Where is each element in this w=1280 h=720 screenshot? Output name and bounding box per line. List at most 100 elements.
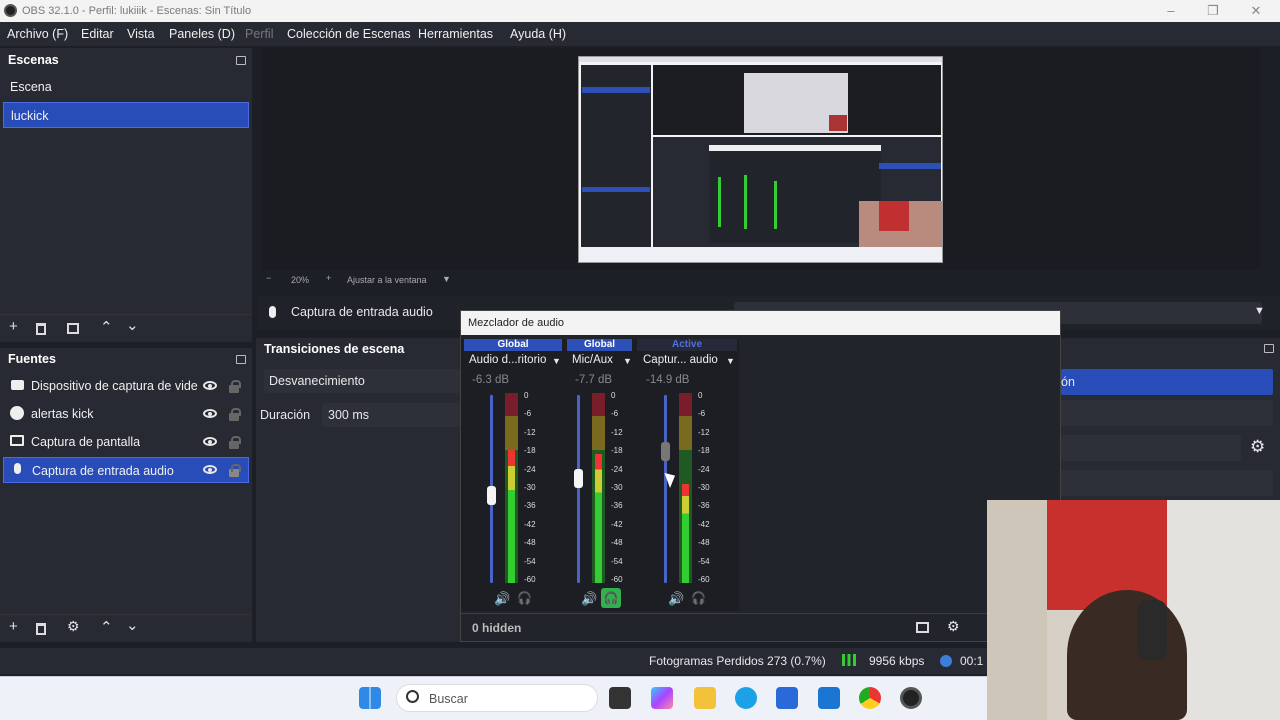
layout-toggle-icon[interactable] <box>916 622 929 633</box>
chrome-icon[interactable] <box>859 687 881 709</box>
strip-menu-icon[interactable]: ▼ <box>623 356 632 366</box>
duration-spinbox[interactable]: 300 ms <box>322 403 461 427</box>
source-item[interactable]: Captura de pantalla <box>3 429 249 455</box>
controls-button[interactable] <box>1061 470 1273 496</box>
strip-menu-icon[interactable]: ▼ <box>726 356 735 366</box>
controls-button[interactable] <box>1061 435 1241 461</box>
close-button[interactable]: ✕ <box>1247 2 1265 20</box>
fader-knob[interactable] <box>574 469 583 488</box>
float-dock-icon[interactable] <box>1264 344 1274 353</box>
scale-tick-label: -6 <box>611 409 619 418</box>
bitrate: 9956 kbps <box>869 654 925 668</box>
copilot-icon[interactable] <box>651 687 673 709</box>
speaker-icon[interactable]: 🔊 <box>494 591 510 607</box>
strip-db: -7.7 dB <box>575 374 613 386</box>
level-meter <box>592 393 605 583</box>
monitor-off-icon[interactable]: 🎧 <box>691 591 706 605</box>
lock-icon[interactable] <box>229 464 241 477</box>
scene-item-selected[interactable]: luckick <box>3 102 249 128</box>
menu-vista[interactable]: Vista <box>127 27 155 41</box>
source-label: Captura de pantalla <box>31 435 141 449</box>
fit-to-window[interactable]: Ajustar a la ventana <box>347 275 427 285</box>
speaker-icon[interactable]: 🔊 <box>581 591 597 607</box>
mixer-settings-gear-icon[interactable]: ⚙ <box>947 618 960 635</box>
scale-tick-label: -60 <box>524 575 536 584</box>
remove-scene-icon[interactable] <box>36 323 46 335</box>
taskbar-search[interactable]: Buscar <box>396 684 598 712</box>
monitor-on-icon[interactable]: 🎧 <box>601 588 621 608</box>
mixer-titlebar[interactable]: Mezclador de audio <box>461 311 1060 335</box>
source-properties-gear-icon[interactable]: ⚙ <box>67 618 80 635</box>
float-dock-icon[interactable] <box>236 355 246 364</box>
visibility-eye-icon[interactable] <box>203 381 217 390</box>
webcam-overlay <box>987 500 1280 720</box>
lock-icon[interactable] <box>229 408 241 421</box>
title-bar: OBS 32.1.0 - Perfil: lukiiik - Escenas: … <box>0 0 1280 22</box>
menu-herramientas[interactable]: Herramientas <box>418 27 493 41</box>
float-dock-icon[interactable] <box>236 56 246 65</box>
lock-icon[interactable] <box>229 436 241 449</box>
fader-knob[interactable] <box>661 442 670 461</box>
lock-icon[interactable] <box>229 380 241 393</box>
remove-source-icon[interactable] <box>36 623 46 635</box>
source-item-selected[interactable]: Captura de entrada audio <box>3 457 249 483</box>
minimize-button[interactable]: – <box>1162 2 1180 20</box>
add-scene-icon[interactable]: + <box>9 318 18 335</box>
transition-select[interactable]: Desvanecimiento <box>264 369 461 393</box>
scale-tick-label: -54 <box>611 557 623 566</box>
menu-ayuda[interactable]: Ayuda (H) <box>510 27 566 41</box>
zoom-out-button[interactable]: − <box>266 273 271 283</box>
sources-dock: Fuentes Dispositivo de captura de vide a… <box>0 348 252 642</box>
source-label: Dispositivo de captura de vide <box>31 379 198 393</box>
menu-bar: Archivo (F) Editar Vista Paneles (D) Per… <box>0 22 1280 46</box>
file-explorer-icon[interactable] <box>694 687 716 709</box>
source-item[interactable]: Dispositivo de captura de vide <box>3 373 249 399</box>
zoom-in-button[interactable]: + <box>326 273 331 283</box>
move-down-icon[interactable]: ⌄ <box>126 616 139 634</box>
obs-taskbar-icon[interactable] <box>900 687 922 709</box>
strip-menu-icon[interactable]: ▼ <box>552 356 561 366</box>
scene-filters-icon[interactable] <box>67 323 79 334</box>
obs-logo-icon <box>4 4 17 17</box>
visibility-eye-icon[interactable] <box>203 465 217 474</box>
monitor-off-icon[interactable]: 🎧 <box>517 591 532 605</box>
settings-gear-icon[interactable]: ⚙ <box>1250 437 1265 457</box>
menu-editar[interactable]: Editar <box>81 27 114 41</box>
fader-knob[interactable] <box>487 486 496 505</box>
scale-tick-label: -30 <box>698 483 710 492</box>
visibility-eye-icon[interactable] <box>203 437 217 446</box>
source-item[interactable]: alertas kick <box>3 401 249 427</box>
duration-label: Duración <box>260 408 311 422</box>
edge-icon[interactable] <box>735 687 757 709</box>
outlook-icon[interactable] <box>818 687 840 709</box>
scale-tick-label: 0 <box>698 391 703 400</box>
move-down-icon[interactable]: ⌄ <box>126 316 139 334</box>
move-up-icon[interactable]: ⌃ <box>100 318 113 336</box>
sources-title: Fuentes <box>8 352 56 366</box>
zoom-dropdown-icon[interactable]: ▼ <box>442 274 451 284</box>
chevron-down-icon[interactable]: ▼ <box>1254 305 1265 317</box>
windows-start-icon[interactable] <box>359 687 381 709</box>
menu-coleccion-escenas[interactable]: Colección de Escenas <box>287 27 411 41</box>
menu-paneles[interactable]: Paneles (D) <box>169 27 235 41</box>
store-icon[interactable] <box>776 687 798 709</box>
scale-tick-label: -18 <box>524 446 536 455</box>
add-source-icon[interactable]: + <box>9 618 18 635</box>
maximize-button[interactable]: ❐ <box>1204 2 1222 20</box>
move-up-icon[interactable]: ⌃ <box>100 618 113 636</box>
visibility-eye-icon[interactable] <box>203 409 217 418</box>
scene-item[interactable]: Escena <box>3 74 249 100</box>
strip-db: -14.9 dB <box>646 374 690 386</box>
task-view-icon[interactable] <box>609 687 631 709</box>
scale-tick-label: 0 <box>524 391 529 400</box>
controls-button[interactable] <box>1061 400 1273 426</box>
hidden-count[interactable]: 0 hidden <box>472 621 521 635</box>
menu-archivo[interactable]: Archivo (F) <box>7 27 68 41</box>
menu-perfil[interactable]: Perfil <box>245 27 273 41</box>
meter-level-fill <box>595 454 602 583</box>
controls-active-button[interactable]: ón <box>1061 369 1273 395</box>
volume-fader[interactable] <box>664 395 667 583</box>
audio-mixer-window: Mezclador de audio Global Audio d...rito… <box>460 310 1061 642</box>
speaker-icon[interactable]: 🔊 <box>668 591 684 607</box>
volume-fader[interactable] <box>577 395 580 583</box>
